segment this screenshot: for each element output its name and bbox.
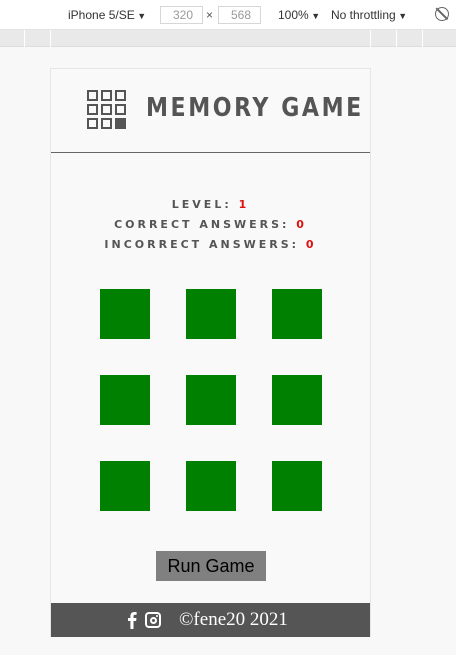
correct-answers-row: CORRECT ANSWERS: 0 — [51, 215, 370, 235]
instagram-icon[interactable] — [145, 612, 161, 628]
zoom-select[interactable]: 100% — [278, 8, 320, 22]
page-header: MEMORY GAME — [51, 69, 370, 153]
memory-tile[interactable] — [272, 461, 322, 511]
viewport-height-input[interactable]: 568 — [218, 6, 261, 24]
memory-tile[interactable] — [100, 375, 150, 425]
memory-tile[interactable] — [186, 375, 236, 425]
memory-tile[interactable] — [186, 289, 236, 339]
copyright-text: ©fene20 2021 — [179, 609, 288, 630]
page-title: MEMORY GAME — [146, 93, 364, 123]
throttling-select[interactable]: No throttling — [331, 8, 407, 22]
memory-tile[interactable] — [272, 289, 322, 339]
correct-answers-label: CORRECT ANSWERS: — [114, 218, 290, 231]
memory-tile[interactable] — [100, 289, 150, 339]
memory-tile[interactable] — [100, 461, 150, 511]
memory-tile[interactable] — [272, 375, 322, 425]
score-panel: LEVEL: 1 CORRECT ANSWERS: 0 INCORRECT AN… — [51, 195, 370, 255]
viewport-width-input[interactable]: 320 — [160, 6, 203, 24]
media-query-ruler — [0, 30, 456, 47]
rotate-icon[interactable] — [435, 7, 449, 21]
incorrect-answers-value: 0 — [305, 238, 317, 251]
device-viewport: MEMORY GAME LEVEL: 1 CORRECT ANSWERS: 0 … — [50, 68, 371, 637]
run-game-button[interactable]: Run Game — [156, 551, 266, 581]
level-row: LEVEL: 1 — [51, 195, 370, 215]
level-label: LEVEL: — [171, 198, 232, 211]
device-select[interactable]: iPhone 5/SE — [68, 8, 146, 22]
devtools-toolbar: iPhone 5/SE 320 × 568 100% No throttling — [0, 0, 456, 30]
incorrect-answers-label: INCORRECT ANSWERS: — [104, 238, 300, 251]
level-value: 1 — [238, 198, 250, 211]
memory-tile[interactable] — [186, 461, 236, 511]
correct-answers-value: 0 — [296, 218, 307, 231]
incorrect-answers-row: INCORRECT ANSWERS: 0 — [51, 235, 370, 255]
page-footer: ©fene20 2021 — [51, 603, 370, 637]
dimension-separator: × — [206, 8, 214, 22]
grid-logo-icon — [87, 90, 128, 130]
facebook-icon[interactable] — [127, 611, 137, 629]
